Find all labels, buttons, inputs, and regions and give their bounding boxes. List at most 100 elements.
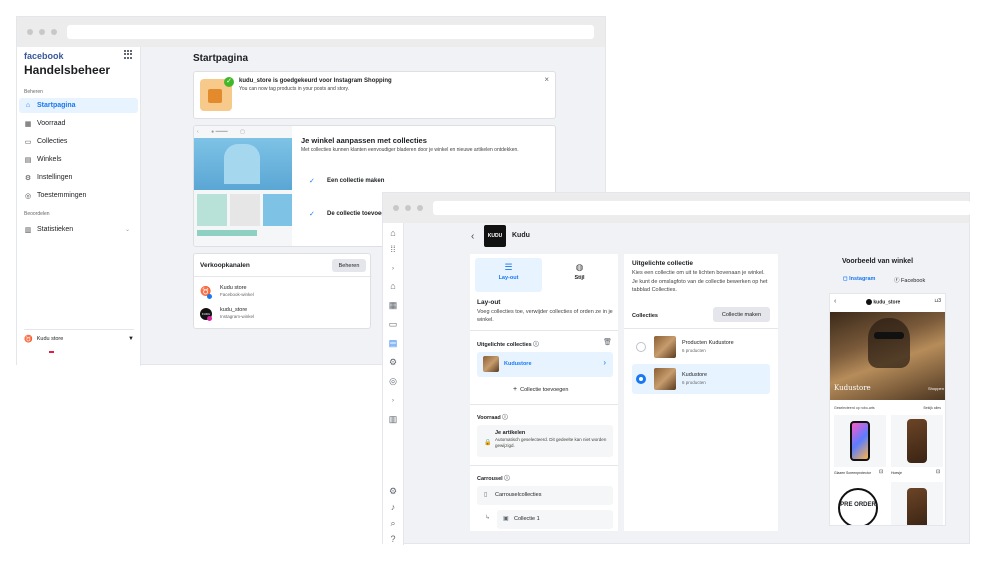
carousel-nav: ‹ ● ━━━━ ▢: [197, 129, 245, 135]
preview-tab-facebook[interactable]: ⓕ Facebook: [894, 276, 925, 284]
carousel-label: Carrousel ⓘ: [477, 474, 510, 482]
back-arrow-icon: ‹: [834, 298, 837, 305]
create-collection-button[interactable]: Collectie maken: [713, 307, 770, 322]
product-card: [834, 415, 886, 467]
collection-thumb: [654, 336, 676, 358]
bar-chart-icon[interactable]: ▥: [387, 413, 399, 425]
facebook-badge-icon: [207, 294, 212, 299]
inventory-grid-icon[interactable]: ▦: [387, 299, 399, 311]
browser-chrome: [17, 17, 605, 47]
shop-icon: ▤: [24, 156, 32, 164]
store-switcher-label: Kudu store: [36, 336, 64, 342]
sidebar-item-collections[interactable]: ▭ Collecties: [19, 134, 138, 149]
product-thumb: [230, 194, 260, 226]
layout-panel: ☰ Lay-out ◍ Stijl Lay-out Voeg collectie…: [470, 254, 618, 531]
collection-thumb: [654, 368, 676, 390]
featured-collection-item[interactable]: Kudustore ›: [477, 352, 613, 377]
manage-channels-button[interactable]: Beheren: [332, 259, 366, 272]
collection-option[interactable]: Producten Kudustore 6 producten: [632, 332, 770, 362]
preview-tab-instagram[interactable]: ◻ Instagram: [843, 276, 875, 282]
sidebar-item-shops[interactable]: ▤ Winkels: [19, 152, 138, 167]
sidebar-item-settings[interactable]: ⚙ Instellingen: [19, 170, 138, 185]
sidebar-item-label: Instellingen: [37, 174, 73, 181]
user-circle-icon[interactable]: ◎: [387, 375, 399, 387]
collections-label: Collecties: [632, 313, 658, 319]
channel-row[interactable]: ♉ Kudu store Facebook-winkel: [200, 284, 360, 302]
product-card: [891, 415, 943, 467]
channel-sub: Facebook-winkel: [220, 292, 254, 297]
sidebar-item-inventory[interactable]: ▦ Voorraad: [19, 116, 138, 131]
add-collection-button[interactable]: + Collectie toevoegen: [513, 386, 568, 393]
apps-grid-icon[interactable]: [124, 50, 133, 59]
instagram-badge-icon: [207, 316, 212, 321]
carousel-label-text: Carrousel: [477, 476, 503, 482]
inventory-grid-icon: ▦: [24, 120, 32, 128]
info-icon: ⓘ: [504, 476, 510, 482]
collection-thumb: [483, 356, 499, 372]
featured-label-text: Uitgelichte collecties: [477, 342, 532, 348]
home-icon: ⌂: [25, 102, 31, 109]
trash-icon[interactable]: 🗑: [603, 338, 612, 346]
channels-title: Verkoopkanalen: [200, 262, 250, 269]
close-icon[interactable]: ×: [544, 75, 549, 84]
gear-icon[interactable]: ⚙: [387, 356, 399, 368]
product-thumb: [197, 194, 227, 226]
help-icon[interactable]: ?: [387, 533, 399, 545]
radio-selected[interactable]: [636, 374, 646, 384]
bar-chart-icon: ▥: [24, 226, 32, 234]
check-icon: ✓: [309, 178, 315, 185]
sidebar-item-home[interactable]: ⌂ Startpagina: [19, 98, 138, 113]
promo-step-1[interactable]: Een collectie maken: [327, 178, 384, 184]
palette-icon: ◍: [575, 262, 584, 272]
shop-icon[interactable]: ▤: [387, 337, 399, 349]
collection-name: Kudustore: [682, 372, 708, 378]
sidebar-item-insights[interactable]: ▥ Statistieken ⌄: [19, 222, 138, 237]
hero-cta: Shoppen: [927, 386, 944, 391]
sidebar-item-permissions[interactable]: ◎ Toestemmingen: [19, 188, 138, 203]
sidebar-item-label: Voorraad: [37, 120, 66, 127]
channel-sub: Instagram-winkel: [220, 314, 255, 319]
info-icon: ⓘ: [502, 415, 508, 421]
shop-editor-window: ⌂ ⁞⁞ › ⌂ ▦ ▭ ▤ ⚙ ◎ › ▥ ⚙ ♪ ⌕ ? ‹ KUDU Ku…: [382, 192, 971, 545]
gear-icon[interactable]: ⚙: [387, 485, 399, 497]
home-icon[interactable]: ⌂: [387, 227, 399, 239]
chevron-right-icon[interactable]: ›: [387, 263, 399, 275]
bookmark-icon: ⊡: [936, 469, 941, 475]
home-icon[interactable]: ⌂: [387, 280, 399, 292]
featured-collection-panel: Uitgelichte collectie Kies een collectie…: [624, 254, 778, 531]
window-dot: [393, 205, 399, 211]
stock-title: Je artikelen: [495, 430, 526, 436]
chevron-right-icon: ›: [603, 358, 606, 367]
channel-row[interactable]: KUDU kudu_store Instagram-winkel: [200, 306, 360, 324]
list-icon: ☰: [504, 262, 513, 272]
radio-unselected[interactable]: [636, 342, 646, 352]
tab-style[interactable]: ◍ Stijl: [546, 258, 613, 292]
tab-layout[interactable]: ☰ Lay-out: [475, 258, 542, 292]
address-bar[interactable]: [67, 25, 594, 39]
sidebar: facebook Handelsbeheer Beheren ⌂ Startpa…: [17, 47, 141, 366]
handle-text: kudu_store: [873, 299, 901, 306]
search-icon[interactable]: ⌕: [387, 517, 399, 529]
apps-grid-icon[interactable]: ⁞⁞: [387, 243, 399, 255]
divider: [470, 465, 618, 466]
chevron-right-icon[interactable]: ›: [387, 395, 399, 407]
address-bar[interactable]: [433, 201, 971, 215]
facebook-logo: facebook: [24, 51, 64, 61]
collection-option-selected[interactable]: Kudustore 6 producten: [632, 364, 770, 394]
divider: [194, 276, 372, 277]
info-icon: ⓘ: [533, 342, 539, 348]
store-switcher[interactable]: ♉ Kudu store ▼: [24, 329, 134, 343]
stock-label: Voorraad ⓘ: [477, 413, 508, 421]
phone-screen-image: [850, 421, 870, 461]
carousel-row[interactable]: ▯ Carrouselcollecties: [477, 486, 613, 505]
bell-icon[interactable]: ♪: [387, 501, 399, 513]
collections-icon[interactable]: ▭: [387, 318, 399, 330]
kudu-avatar: [866, 299, 872, 305]
hero-text: Kudustore: [834, 384, 871, 392]
carousel-item-row[interactable]: ↳ ▣ Collectie 1: [485, 510, 613, 529]
add-collection-label: Collectie toevoegen: [520, 387, 569, 393]
back-arrow-icon[interactable]: ‹: [471, 231, 474, 242]
notification-indicator: [49, 351, 54, 353]
bookmark-icon: ⊡: [879, 469, 884, 475]
divider: [470, 404, 618, 405]
